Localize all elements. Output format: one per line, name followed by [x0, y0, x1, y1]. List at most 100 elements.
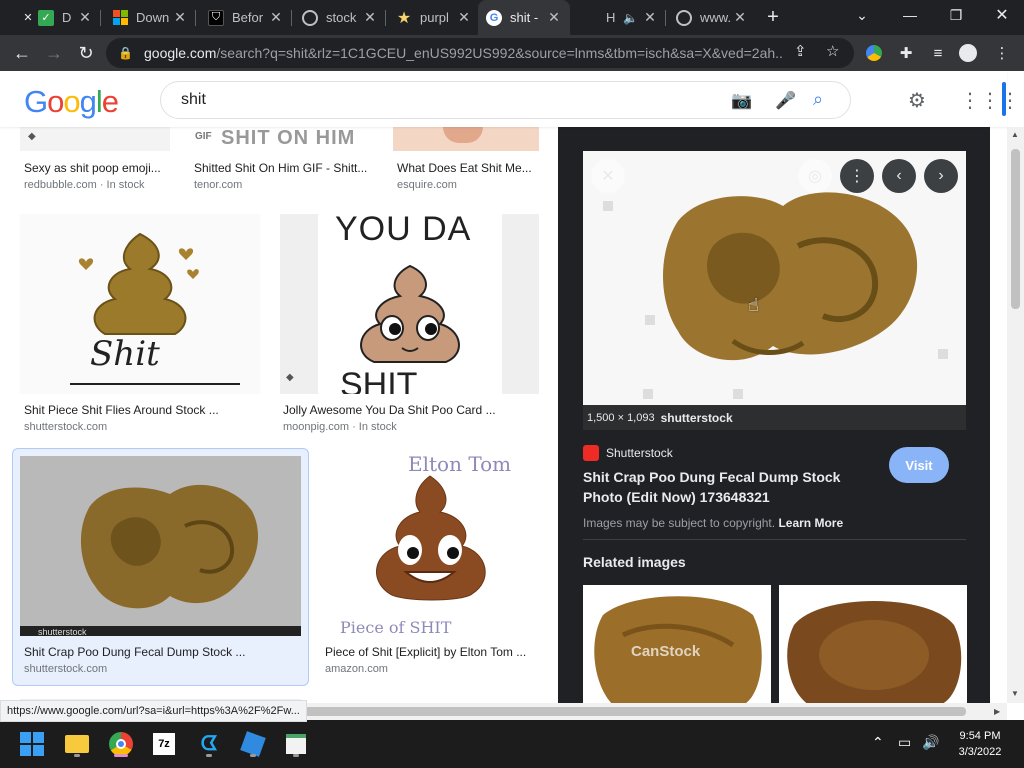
result-thumb-3[interactable]	[393, 127, 539, 151]
7zip-app-icon[interactable]: 7z	[148, 728, 180, 760]
tab-close-icon[interactable]: ✕	[456, 9, 472, 26]
tab-close-icon[interactable]: ✕	[362, 9, 378, 26]
windows-taskbar: 7z ᗧ ⌃ ▭ 🔊 9:54 PM 3/3/2022	[0, 720, 1024, 768]
tab-3[interactable]: ⛉ Befor ✕	[200, 0, 292, 35]
start-windows-icon[interactable]	[16, 728, 48, 760]
related-dung-image-2	[787, 601, 962, 703]
volume-speaker-icon[interactable]: 🔊	[922, 734, 939, 751]
close-window-icon[interactable]: ✕	[980, 0, 1024, 30]
media-queue-icon[interactable]: ≡	[928, 43, 948, 63]
globe-icon	[302, 9, 318, 26]
tab-7[interactable]: H 🔈 ✕	[574, 0, 666, 35]
copyright-notice: Images may be subject to copyright. Lear…	[583, 516, 844, 530]
tab-2[interactable]: Down ✕	[104, 0, 196, 35]
next-chevron-icon[interactable]: ›	[924, 159, 958, 193]
result-thumb-1[interactable]: ◆	[20, 127, 170, 151]
link-status-bar: https://www.google.com/url?sa=i&url=http…	[0, 700, 307, 722]
camera-search-icon[interactable]: 📷	[731, 91, 752, 111]
windows-logo-icon	[112, 10, 128, 25]
address-bar[interactable]: 🔒 google.com/search?q=shit&rlz=1C1GCEU_e…	[106, 38, 854, 68]
mouse-pointer-icon: ☝	[748, 295, 759, 315]
tab-5[interactable]: ★ purpl ✕	[388, 0, 480, 35]
shutterstock-logo-icon	[583, 445, 599, 461]
tab-close-icon[interactable]: ✕	[642, 9, 658, 26]
result-thumb-poo-emoji[interactable]: Elton Tom Piece of SHIT	[322, 456, 539, 636]
profile-avatar-icon[interactable]	[958, 43, 978, 63]
search-input[interactable]: shit	[181, 91, 206, 109]
globe-icon	[676, 9, 692, 26]
extension-logo-icon[interactable]	[864, 43, 884, 63]
scroll-up-arrow-icon[interactable]: ▲	[1011, 130, 1019, 139]
tab-close-icon[interactable]: ✕	[172, 9, 188, 26]
apps-grid-icon[interactable]: ⋮⋮⋮	[960, 88, 1020, 113]
network-monitor-icon[interactable]: ▭	[898, 734, 911, 751]
google-logo[interactable]: Google	[24, 84, 119, 120]
tab-close-icon[interactable]: ✕	[546, 9, 562, 26]
url-text[interactable]: google.com/search?q=shit&rlz=1C1GCEU_enU…	[144, 45, 784, 61]
learn-more-link[interactable]: Learn More	[778, 516, 843, 530]
browser-tab-strip: ✕ ✓ D ✕ Down ✕ ⛉ Befor ✕ stock ✕ ★ purpl…	[0, 0, 1024, 35]
tray-chevron-up-icon[interactable]: ⌃	[872, 734, 884, 751]
reload-icon[interactable]: ↻	[72, 39, 100, 67]
file-explorer-folder-icon[interactable]	[61, 728, 93, 760]
forward-arrow-icon[interactable]: →	[40, 39, 68, 67]
google-header: Google shit 📷 🎤 ⌕ ⚙ ⋮⋮⋮	[0, 71, 1020, 127]
browser-menu-icon[interactable]: ⋮	[992, 43, 1012, 63]
dung-photo-image	[20, 484, 301, 636]
related-images-heading: Related images	[583, 554, 686, 570]
tab-close-icon[interactable]: ✕	[268, 9, 284, 26]
tab-search-chevron-icon[interactable]: ⌄	[840, 0, 884, 30]
tab-1[interactable]: ✕ ✓ D ✕	[12, 0, 101, 35]
related-image-2[interactable]	[779, 585, 967, 703]
account-edge-marker	[1002, 82, 1006, 116]
lock-icon[interactable]: 🔒	[118, 46, 134, 60]
scroll-right-arrow-icon[interactable]: ▶	[994, 707, 1000, 716]
google-g-icon: G	[486, 9, 502, 26]
tab-close-icon[interactable]: ✕	[77, 9, 93, 26]
minimize-icon[interactable]: —	[888, 0, 932, 30]
preview-image-footer: 1,500 × 1,093 shutterstock	[583, 405, 966, 430]
result-thumb-you-da-shit[interactable]: YOU DA SHIT ◆	[280, 214, 539, 394]
visit-button[interactable]: Visit	[889, 447, 949, 483]
vertical-scrollbar[interactable]: ▲ ▼	[1007, 127, 1024, 703]
tab-close-icon[interactable]: ✕	[732, 9, 748, 26]
result-thumb-dung-photo[interactable]: shutterstock	[20, 456, 301, 636]
paint-app-icon[interactable]	[237, 728, 269, 760]
tab-6-active[interactable]: G shit - ✕	[478, 0, 570, 35]
settings-gear-icon[interactable]: ⚙	[908, 88, 926, 113]
previous-chevron-icon[interactable]: ‹	[882, 159, 916, 193]
tag-icon: ◆	[286, 372, 294, 383]
chrome-browser-icon[interactable]	[105, 728, 137, 760]
preview-title[interactable]: Shit Crap Poo Dung Fecal Dump Stock Phot…	[583, 467, 873, 507]
shield-logo-icon: ⛉	[208, 9, 224, 26]
close-preview-icon[interactable]: ✕	[591, 159, 625, 193]
related-image-1[interactable]: CanStock	[583, 585, 771, 703]
tab-4[interactable]: stock ✕	[294, 0, 386, 35]
microphone-icon[interactable]: 🎤	[775, 91, 796, 111]
restore-icon[interactable]: ❐	[934, 0, 978, 30]
x-logo-icon: ✕	[23, 12, 33, 24]
visual-search-lens-icon[interactable]: ◎	[798, 159, 832, 193]
poo-emoji-illustration	[376, 475, 486, 601]
new-tab-plus-icon[interactable]: +	[755, 2, 791, 32]
star-icon: ★	[396, 9, 412, 27]
checkmark-icon: ✓	[38, 9, 54, 26]
share-icon[interactable]: ⇪	[794, 42, 807, 60]
system-clock[interactable]: 9:54 PM 3/3/2022	[950, 728, 1010, 760]
result-thumb-shit-piece[interactable]: Shit	[20, 214, 260, 394]
back-arrow-icon[interactable]: ←	[8, 39, 36, 67]
search-box[interactable]: shit 📷 🎤 ⌕	[160, 81, 851, 119]
scroll-down-arrow-icon[interactable]: ▼	[1011, 689, 1019, 698]
notepad-app-icon[interactable]	[280, 728, 312, 760]
result-thumb-2[interactable]: GIF SHIT ON HIM	[193, 127, 373, 151]
image-preview-panel: 1,500 × 1,093 shutterstock ✕ ◎ ⋮ ‹ › ☝ S…	[558, 127, 990, 703]
bookmark-star-icon[interactable]: ☆	[826, 42, 839, 60]
more-options-icon[interactable]: ⋮	[840, 159, 874, 193]
extensions-puzzle-icon[interactable]: ✚	[896, 43, 916, 63]
tab-8[interactable]: www. ✕	[668, 0, 756, 35]
vertical-scroll-thumb[interactable]	[1011, 149, 1020, 309]
preview-source[interactable]: Shutterstock	[583, 445, 673, 461]
vscode-app-icon[interactable]: ᗧ	[193, 728, 225, 760]
search-icon[interactable]: ⌕	[813, 89, 823, 110]
speaker-audio-icon[interactable]: 🔈	[623, 11, 638, 25]
